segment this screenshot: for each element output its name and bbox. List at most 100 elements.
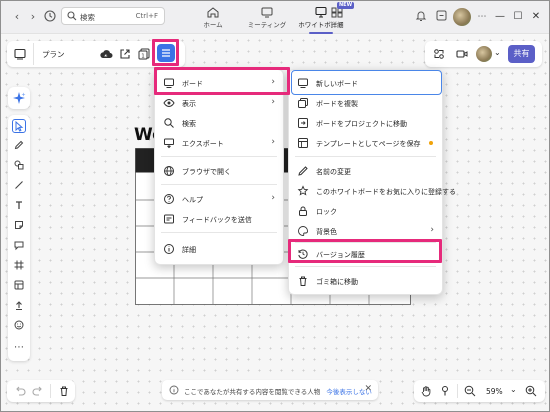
highlight-version-history bbox=[288, 239, 442, 263]
app-window: ‹ › 検索 Ctrl+F ホーム ミーティング ホワイトボード NEW 詳細 … bbox=[0, 0, 550, 412]
video-call-icon[interactable] bbox=[455, 47, 469, 61]
zoom-dropdown-icon[interactable]: ⌄ bbox=[510, 385, 517, 394]
share-button[interactable]: 共有 bbox=[508, 45, 535, 63]
template-tool-icon[interactable] bbox=[12, 279, 26, 293]
zoom-out-icon[interactable] bbox=[463, 384, 477, 398]
submenu-item-label: ボードをプロジェクトに移動 bbox=[316, 120, 407, 128]
menu-item-details[interactable]: 詳細 bbox=[155, 240, 283, 258]
sharing-hint-bar: ここであなたが共有する内容を閲覧できる人物 今後表示しない ✕ bbox=[162, 380, 378, 400]
zoom-toolbar: 59% ⌄ bbox=[414, 380, 545, 402]
menu-divider bbox=[295, 156, 436, 157]
close-hint-icon[interactable]: ✕ bbox=[364, 384, 372, 394]
menu-item-label: フィードバックを送信 bbox=[182, 216, 252, 224]
pen-tool-icon[interactable] bbox=[12, 139, 26, 153]
text-tool-icon[interactable] bbox=[12, 199, 26, 213]
submenu-item-label: このホワイトボードをお気に入りに登録する bbox=[316, 188, 456, 196]
toolbar-divider bbox=[33, 43, 34, 65]
menu-item-label: 検索 bbox=[182, 120, 196, 128]
menu-item-export[interactable]: エクスポート › bbox=[155, 134, 283, 152]
line-tool-icon[interactable] bbox=[12, 179, 26, 193]
tool-rail: ⋯ bbox=[8, 115, 30, 361]
forward-icon[interactable]: › bbox=[25, 9, 41, 25]
submenu-item-favorite[interactable]: このホワイトボードをお気に入りに登録する bbox=[289, 182, 456, 200]
tab-details-label: 詳細 bbox=[330, 21, 344, 29]
hint-text: ここであなたが共有する内容を閲覧できる人物 今後表示しない bbox=[184, 386, 372, 396]
redo-icon[interactable] bbox=[31, 384, 45, 398]
svg-text:1: 1 bbox=[141, 54, 145, 60]
move-icon bbox=[298, 118, 308, 128]
upload-tool-icon[interactable] bbox=[12, 299, 26, 313]
feedback-icon bbox=[164, 214, 174, 224]
menu-divider bbox=[161, 232, 277, 233]
tab-meeting-label: ミーティング bbox=[247, 21, 287, 29]
tab-details[interactable]: NEW 詳細 bbox=[311, 2, 363, 31]
menu-divider bbox=[161, 156, 277, 157]
premium-dot-icon bbox=[429, 141, 433, 145]
submenu-item-move-project[interactable]: ボードをプロジェクトに移動 bbox=[289, 114, 442, 132]
account-menu-icon[interactable]: ⋯ bbox=[474, 9, 490, 25]
global-search-input[interactable]: 検索 Ctrl+F bbox=[61, 7, 165, 25]
submenu-item-label: 名前の変更 bbox=[316, 168, 351, 176]
more-tools-icon[interactable]: ⋯ bbox=[12, 341, 26, 355]
menu-item-search[interactable]: 検索 bbox=[155, 114, 283, 132]
trash-icon bbox=[299, 276, 307, 286]
sticky-note-tool-icon[interactable] bbox=[12, 219, 26, 233]
back-icon[interactable]: ‹ bbox=[9, 9, 25, 25]
submenu-item-save-template[interactable]: テンプレートとしてページを保存 bbox=[289, 134, 442, 152]
home-icon bbox=[207, 7, 219, 18]
search-placeholder: 検索 bbox=[80, 13, 95, 22]
menu-item-view[interactable]: 表示 › bbox=[155, 94, 283, 112]
board-name[interactable]: プラン bbox=[42, 49, 65, 60]
board-thumbnail-icon[interactable] bbox=[13, 47, 27, 61]
laser-pointer-icon[interactable] bbox=[438, 384, 452, 398]
notification-bell-icon[interactable] bbox=[413, 9, 429, 25]
open-external-icon[interactable] bbox=[118, 47, 132, 61]
settings-icon[interactable] bbox=[433, 9, 449, 25]
menu-item-open-browser[interactable]: ブラウザで開く bbox=[155, 162, 283, 180]
copilot-button[interactable] bbox=[8, 87, 30, 109]
tab-meeting[interactable]: ミーティング bbox=[241, 5, 293, 31]
title-bar: ‹ › 検索 Ctrl+F ホーム ミーティング ホワイトボード NEW 詳細 … bbox=[1, 1, 549, 34]
highlight-board-item bbox=[154, 67, 290, 95]
delete-icon[interactable] bbox=[57, 384, 71, 398]
menu-item-label: 表示 bbox=[182, 100, 196, 108]
menu-item-label: エクスポート bbox=[182, 140, 224, 148]
submenu-item-lock[interactable]: ロック bbox=[289, 202, 442, 220]
comment-tool-icon[interactable] bbox=[12, 239, 26, 253]
pan-hand-icon[interactable] bbox=[419, 384, 433, 398]
submenu-item-trash[interactable]: ゴミ箱に移動 bbox=[289, 272, 442, 290]
menu-item-help[interactable]: ヘルプ › bbox=[155, 190, 283, 208]
shapes-tool-icon[interactable] bbox=[12, 159, 26, 173]
menu-item-feedback[interactable]: フィードバックを送信 bbox=[155, 210, 283, 228]
chevron-right-icon: › bbox=[430, 225, 434, 235]
frame-tool-icon[interactable] bbox=[12, 259, 26, 273]
submenu-item-background[interactable]: 背景色 › bbox=[289, 222, 442, 240]
chevron-right-icon: › bbox=[271, 137, 275, 147]
zoom-level[interactable]: 59% bbox=[486, 387, 503, 396]
main-menu: ボード › 表示 › 検索 エクスポート › ブラウザで開く ヘルプ › フィー… bbox=[154, 69, 284, 265]
export-icon bbox=[164, 138, 174, 149]
profile-avatar[interactable] bbox=[453, 8, 471, 26]
menu-divider bbox=[295, 266, 436, 267]
select-tool-icon[interactable] bbox=[12, 119, 26, 133]
minimize-icon[interactable]: — bbox=[493, 10, 507, 24]
reaction-tool-icon[interactable] bbox=[12, 319, 26, 333]
maximize-icon[interactable]: ☐ bbox=[511, 10, 525, 24]
submenu-item-label: ロック bbox=[316, 208, 337, 216]
tab-home[interactable]: ホーム bbox=[187, 5, 239, 31]
zoom-in-icon[interactable] bbox=[524, 384, 538, 398]
history-clock-icon[interactable] bbox=[42, 9, 58, 25]
pages-icon[interactable]: 1 bbox=[137, 47, 151, 61]
submenu-item-duplicate[interactable]: ボードを複製 bbox=[289, 94, 442, 112]
lock-icon bbox=[299, 206, 307, 216]
chevron-down-icon[interactable]: ⌄ bbox=[494, 48, 501, 57]
close-window-icon[interactable]: ✕ bbox=[529, 10, 543, 24]
undo-icon[interactable] bbox=[13, 384, 27, 398]
share-screen-icon[interactable] bbox=[432, 47, 446, 61]
eye-icon bbox=[163, 98, 175, 108]
menu-item-label: ヘルプ bbox=[182, 196, 203, 204]
submenu-item-label: ゴミ箱に移動 bbox=[316, 278, 358, 286]
submenu-item-rename[interactable]: 名前の変更 bbox=[289, 162, 442, 180]
menu-item-label: ブラウザで開く bbox=[182, 168, 231, 176]
collaborator-avatar[interactable] bbox=[476, 46, 492, 62]
